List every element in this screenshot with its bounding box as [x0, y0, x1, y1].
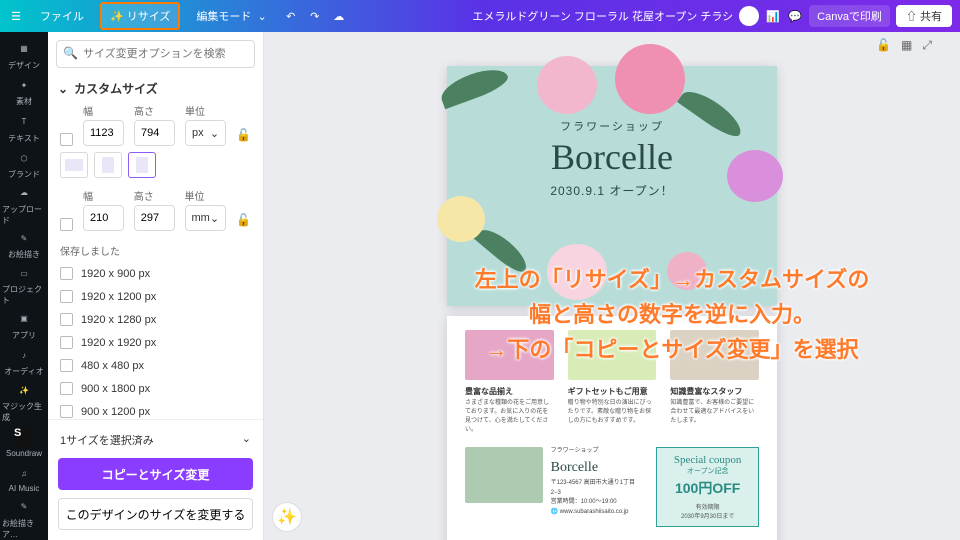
saved-size-list: 1920 x 900 px 1920 x 1200 px 1920 x 1280… [48, 262, 263, 419]
list-item[interactable]: 900 x 1200 px [56, 400, 255, 419]
rail-magic[interactable]: ✨マジック生成 [2, 381, 46, 423]
rail-projects[interactable]: ▭プロジェクト [2, 264, 46, 306]
file-menu[interactable]: ファイル [32, 4, 92, 28]
width-label: 幅 [83, 103, 124, 118]
resize-label: リサイズ [127, 11, 171, 23]
menu-icon[interactable]: ☰ [8, 8, 24, 24]
projects-icon: ▭ [15, 264, 33, 282]
list-item[interactable]: 900 x 1800 px [56, 377, 255, 400]
draw-icon: ✎ [15, 229, 33, 247]
selection-summary[interactable]: 1サイズを選択済み⌄ [58, 430, 253, 450]
soundraw-icon: S [14, 427, 34, 447]
help-button[interactable]: ✨ [272, 502, 302, 532]
print-button[interactable]: Canvaで印刷 [809, 5, 890, 27]
top-bar: ☰ ファイル ✨ リサイズ 編集モード ⌄ ↶ ↷ ☁ エメラルドグリーン フロ… [0, 0, 960, 32]
audio-icon: ♪ [15, 346, 33, 364]
height-input-2[interactable] [134, 205, 175, 231]
resize-menu[interactable]: ✨ リサイズ [100, 2, 180, 30]
shop-image [465, 447, 543, 503]
height-label: 高さ [134, 103, 175, 118]
upload-icon: ☁ [15, 184, 33, 202]
rail-aimusic[interactable]: ♫AI Music [2, 462, 46, 496]
design-icon: ▦ [15, 40, 33, 58]
cloud-sync-icon: ☁ [331, 8, 347, 24]
chevron-down-icon: ⌄ [242, 432, 251, 448]
resize-this-design-button[interactable]: このデザインのサイズを変更する [58, 498, 253, 530]
list-item[interactable]: 1920 x 1280 px [56, 308, 255, 331]
rail-draw[interactable]: ✎お絵描き [2, 228, 46, 262]
orientation-portrait-selected[interactable] [128, 152, 156, 178]
unit-label: 単位 [185, 103, 226, 118]
orientation-landscape[interactable] [60, 152, 88, 178]
list-item[interactable]: 480 x 480 px [56, 354, 255, 377]
list-item[interactable]: 1920 x 1200 px [56, 285, 255, 308]
edit-mode-menu[interactable]: 編集モード ⌄ [188, 4, 274, 28]
unit-select-1[interactable]: px⌄ [185, 120, 226, 146]
side-rail: ▦デザイン ✦素材 Tテキスト ⬡ブランド ☁アップロード ✎お絵描き ▭プロジ… [0, 32, 48, 540]
unit-select-2[interactable]: mm⌄ [185, 205, 227, 231]
expand-icon[interactable]: ⤢ [922, 38, 932, 53]
coupon: Special coupon オープン記念 100円OFF 有効期限2030年9… [656, 447, 759, 527]
brand-icon: ⬡ [15, 149, 33, 167]
lock-icon[interactable]: 🔓 [876, 38, 891, 53]
redo-icon[interactable]: ↷ [307, 8, 323, 24]
share-button[interactable]: ⇧ 共有 [896, 5, 952, 27]
width-input-2[interactable] [83, 205, 124, 231]
flyer-subtitle: フラワーショップ [447, 118, 777, 134]
elements-icon: ✦ [15, 76, 33, 94]
rail-text[interactable]: Tテキスト [2, 111, 46, 145]
copy-and-resize-button[interactable]: コピーとサイズ変更 [58, 458, 253, 490]
resize-panel: 🔍 ⌄カスタムサイズ 幅 高さ 単位px⌄ 🔓 幅 高さ 単位mm⌄ 🔓 保存し… [48, 32, 264, 540]
list-item[interactable]: 1920 x 900 px [56, 262, 255, 285]
width-input-1[interactable] [83, 120, 124, 146]
apps-icon: ▣ [15, 310, 33, 328]
rail-soundraw[interactable]: SSoundraw [2, 425, 46, 459]
lock-icon[interactable]: 🔓 [236, 128, 251, 146]
orientation-portrait[interactable] [94, 152, 122, 178]
chevron-down-icon: ⌄ [210, 212, 219, 225]
search-input[interactable] [56, 40, 255, 68]
chevron-down-icon: ⌄ [58, 82, 68, 96]
flyer-open-date: 2030.9.1 オープン！ [447, 182, 777, 199]
height-input-1[interactable] [134, 120, 175, 146]
flyer-brand: Borcelle [447, 136, 777, 178]
comment-icon[interactable]: 💬 [787, 8, 803, 24]
magic-icon: ✨ [15, 381, 33, 399]
text-icon: T [15, 113, 33, 131]
rail-audio[interactable]: ♪オーディオ [2, 345, 46, 379]
list-item[interactable]: 1920 x 1920 px [56, 331, 255, 354]
rail-upload[interactable]: ☁アップロード [2, 184, 46, 226]
grid-view-icon[interactable]: ▦ [901, 38, 912, 53]
canvas-area[interactable]: 🔓 ▦ ⤢ フラワーショップ Borcelle 2030.9.1 オープン！ 豊… [264, 32, 960, 540]
lock-icon[interactable]: 🔓 [236, 213, 251, 231]
chart-icon[interactable]: 📊 [765, 8, 781, 24]
size2-checkbox[interactable] [60, 218, 73, 231]
draw2-icon: ✎ [15, 498, 33, 516]
rail-apps[interactable]: ▣アプリ [2, 308, 46, 342]
aimusic-icon: ♫ [15, 464, 33, 482]
avatar[interactable] [739, 6, 759, 26]
shop-info: フラワーショップ Borcelle 〒123-4567 高田市大通り1丁目2−3… [551, 447, 643, 527]
size1-checkbox[interactable] [60, 133, 73, 146]
rail-elements[interactable]: ✦素材 [2, 74, 46, 108]
custom-size-header[interactable]: ⌄カスタムサイズ [48, 76, 263, 103]
undo-icon[interactable]: ↶ [283, 8, 299, 24]
document-title[interactable]: エメラルドグリーン フローラル 花屋オープン チラシ [472, 8, 733, 24]
rail-draw2[interactable]: ✎お絵描きア… [2, 498, 46, 540]
instruction-overlay: 左上の「リサイズ」→カスタムサイズの 幅と高さの数字を逆に入力。 →下の「コピー… [414, 262, 930, 368]
saved-sizes-header: 保存しました [48, 237, 263, 262]
chevron-down-icon: ⌄ [210, 127, 219, 140]
rail-brand[interactable]: ⬡ブランド [2, 147, 46, 181]
search-icon: 🔍 [63, 46, 78, 60]
rail-design[interactable]: ▦デザイン [2, 38, 46, 72]
